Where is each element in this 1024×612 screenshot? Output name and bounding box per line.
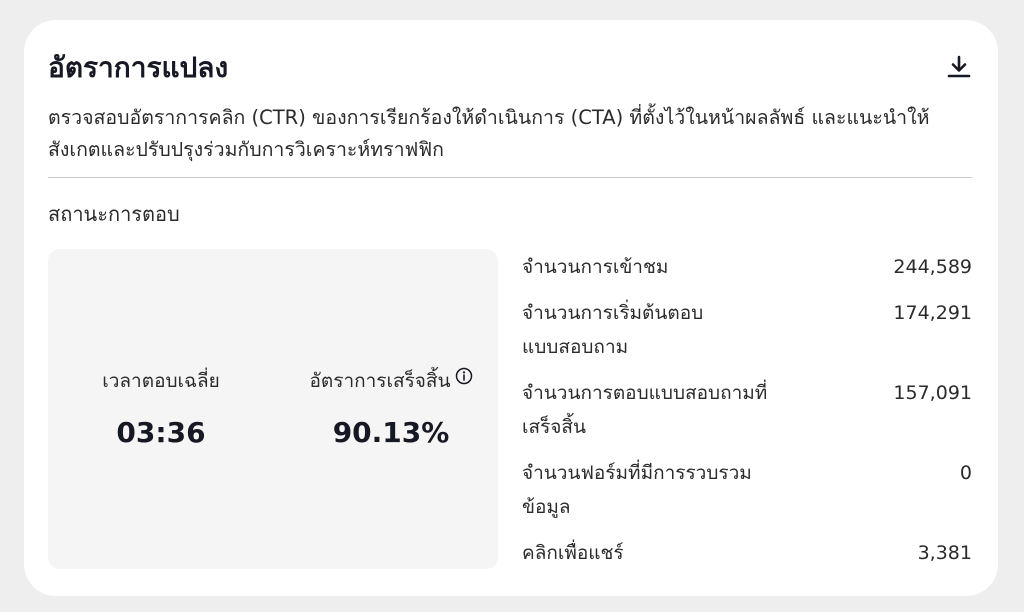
stat-row-completions: จำนวนการตอบแบบสอบถามที่เสร็จสิ้น 157,091 [522,376,972,456]
card-description: ตรวจสอบอัตราการคลิก (CTR) ของการเรียกร้อ… [48,106,930,161]
stat-value: 157,091 [893,382,972,404]
stat-value: 0 [959,462,972,484]
stat-row-starts: จำนวนการเริ่มต้นตอบแบบสอบถาม 174,291 [522,296,972,376]
info-icon[interactable] [455,367,473,385]
download-icon[interactable] [946,54,972,80]
stat-label: จำนวนฟอร์มที่มีการรวบรวมข้อมูล [522,462,752,518]
stat-value: 3,381 [917,542,972,564]
avg-response-time-metric: เวลาตอบเฉลี่ย 03:36 [56,367,266,451]
stat-label: คลิกเพื่อแชร์ [522,542,624,564]
summary-panel: เวลาตอบเฉลี่ย 03:36 อัตราการเสร็จสิ้น 90… [48,249,498,569]
stat-row-forms-collected: จำนวนฟอร์มที่มีการรวบรวมข้อมูล 0 [522,456,972,536]
stat-row-share-clicks: คลิกเพื่อแชร์ 3,381 [522,536,972,576]
stat-value: 244,589 [893,256,972,278]
stat-value: 174,291 [893,302,972,324]
stat-label: จำนวนการตอบแบบสอบถามที่เสร็จสิ้น [522,382,768,438]
avg-response-time-value: 03:36 [116,416,206,449]
stat-label: จำนวนการเข้าชม [522,256,669,278]
conversion-rate-card: อัตราการแปลง ตรวจสอบอัตราการคลิก (CTR) ข… [24,20,998,596]
completion-rate-value: 90.13% [332,416,450,449]
completion-rate-label: อัตราการเสร็จสิ้น [309,370,451,392]
completion-rate-metric: อัตราการเสร็จสิ้น 90.13% [280,367,502,451]
section-title: สถานะการตอบ [48,202,180,226]
divider [48,177,972,178]
card-title: อัตราการแปลง [48,51,229,84]
stat-label: จำนวนการเริ่มต้นตอบแบบสอบถาม [522,302,704,358]
completion-rate-label-row: อัตราการเสร็จสิ้น [280,367,502,395]
avg-response-time-label: เวลาตอบเฉลี่ย [102,370,220,392]
stats-list: จำนวนการเข้าชม 244,589 จำนวนการเริ่มต้นต… [522,250,972,576]
stat-row-views: จำนวนการเข้าชม 244,589 [522,250,972,296]
